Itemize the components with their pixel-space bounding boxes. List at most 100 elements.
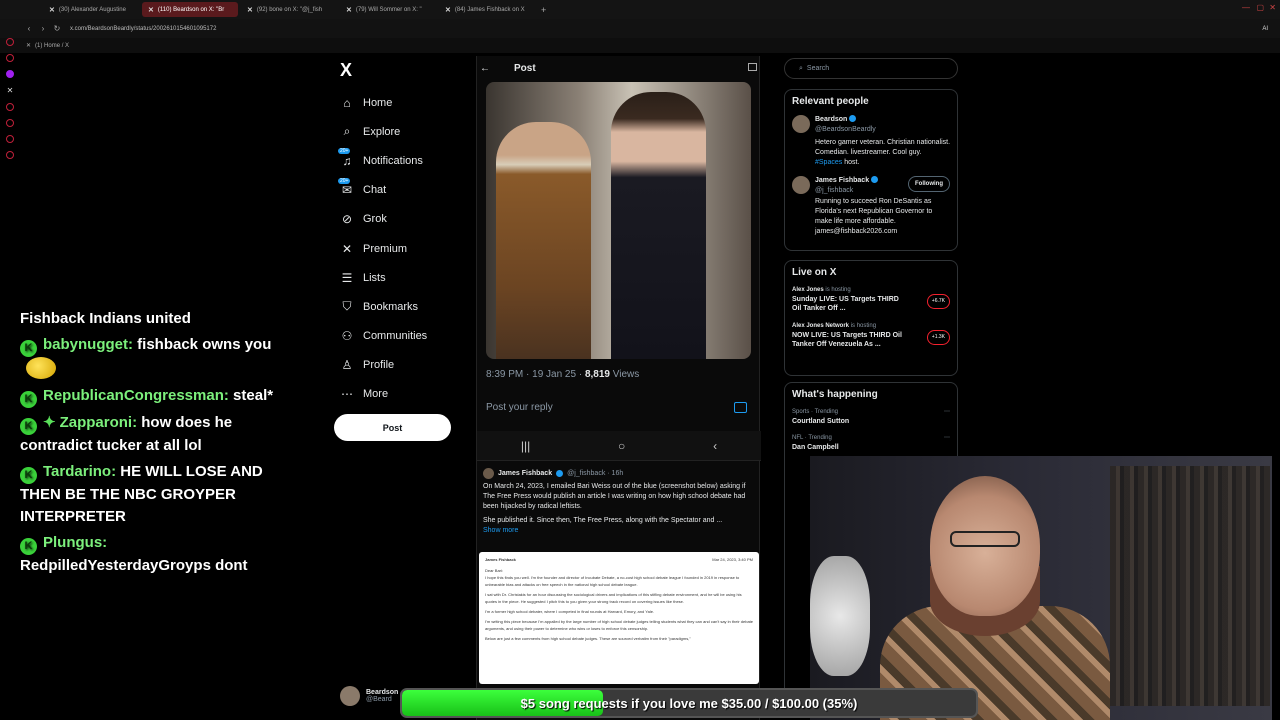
card-title: Relevant people: [792, 96, 869, 107]
post-header-title: Post: [514, 62, 536, 74]
sidebar-app-icon[interactable]: [6, 54, 14, 62]
home-circle-icon: ○: [618, 438, 626, 453]
more-icon: ⋯: [341, 387, 353, 402]
chat-badge-icon: K: [20, 418, 37, 435]
browser-tab-active[interactable]: ✕ (110) Beardson on X: "Br: [142, 2, 238, 17]
following-button[interactable]: Following: [908, 176, 950, 192]
media-upload-icon[interactable]: [734, 402, 747, 413]
post-text: She published it. Since then, The Free P…: [483, 517, 723, 524]
avatar: [792, 176, 810, 194]
back-chevron-icon: ‹: [713, 438, 718, 453]
more-options-icon[interactable]: ⋯: [944, 434, 950, 443]
nav-item-profile[interactable]: ♙ Profile: [340, 351, 470, 380]
live-item[interactable]: Alex Jones Network is hosting NOW LIVE: …: [792, 322, 950, 349]
x-premium-icon: ✕: [341, 241, 353, 256]
donation-goal-bar: $5 song requests if you love me $35.00 /…: [400, 688, 978, 718]
reader-mode-icon[interactable]: [748, 63, 757, 71]
x-logo-icon[interactable]: X: [340, 60, 352, 81]
verified-badge-icon: [556, 470, 564, 477]
chat-icon: ✉: [341, 183, 353, 198]
listener-count-pill: +6.7K: [926, 294, 950, 309]
chat-message: K ✦ Zapparoni: how does he contradict tuck…: [20, 414, 233, 454]
close-window-icon[interactable]: ✕: [1269, 3, 1276, 12]
post-button[interactable]: Post: [334, 414, 451, 441]
nav-item-premium[interactable]: ✕ Premium: [340, 234, 470, 263]
nav-item-home[interactable]: ⌂ Home: [340, 88, 470, 117]
back-icon[interactable]: ‹: [22, 24, 36, 33]
more-options-icon[interactable]: ⋯: [944, 408, 950, 417]
trend-item[interactable]: NFL · Trending Dan Campbell ⋯: [792, 434, 950, 452]
sidebar-app-icon[interactable]: [6, 151, 14, 159]
avatar: [483, 468, 494, 479]
donation-goal-text: $5 song requests if you love me $35.00 /…: [520, 695, 858, 711]
x-bookmark-icon: ✕: [26, 43, 32, 49]
nav-item-bookmarks[interactable]: ⛉ Bookmarks: [340, 292, 470, 321]
trend-item[interactable]: Sports · Trending Courtland Sutton ⋯: [792, 408, 950, 426]
search-input[interactable]: ⌕ Search: [784, 58, 958, 79]
quoted-post[interactable]: James Fishback @j_fishback · 16h On Marc…: [483, 468, 755, 536]
post-photo[interactable]: [486, 82, 751, 359]
maximize-icon[interactable]: ▢: [1256, 3, 1264, 12]
minimize-icon[interactable]: —: [1242, 3, 1250, 12]
account-switcher[interactable]: Beardson @Beard: [340, 686, 398, 706]
profile-icon: ♙: [341, 358, 353, 373]
chat-count-badge: 20+: [338, 177, 351, 184]
browser-tab[interactable]: ✕ (79) Will Sommer on X: ": [340, 2, 436, 17]
browser-tab-bar: ✕ (30) Alexander Augustine ✕ (110) Beardso…: [0, 0, 1280, 19]
live-item[interactable]: Alex Jones is hosting Sunday LIVE: US Ta…: [792, 286, 950, 313]
photo-person-left: [496, 122, 591, 359]
recent-apps-icon: |||: [520, 438, 531, 453]
bookshelf-background: [1110, 466, 1270, 706]
x-favicon-icon: ✕: [346, 6, 352, 14]
bookmark-item[interactable]: (1) Home / X: [35, 43, 69, 49]
browser-tab[interactable]: ✕ (30) Alexander Augustine: [43, 2, 139, 17]
person-entry[interactable]: Beardson @BeardsonBeardly Hetero gamer v…: [792, 115, 950, 168]
x-sidebar-nav: ⌂ Home ⌕ Explore 20+ ♫ Notifications 20+ ✉ Cha…: [338, 88, 470, 409]
stream-chat-overlay: Fishback Indians united Kbabynugget: fis…: [20, 308, 280, 581]
twitch-icon[interactable]: [6, 70, 14, 78]
grok-icon: ⊘: [341, 212, 353, 227]
chat-badge-icon: K: [20, 340, 37, 357]
ai-button[interactable]: AI: [1262, 26, 1268, 32]
nav-item-lists[interactable]: ☰ Lists: [340, 263, 470, 292]
nav-item-notifications[interactable]: 20+ ♫ Notifications: [338, 146, 470, 175]
avatar: [340, 686, 360, 706]
x-app-icon[interactable]: ✕: [7, 86, 14, 95]
photo-person-right: [611, 92, 706, 359]
nav-item-grok[interactable]: ⊘ Grok: [340, 205, 470, 234]
url-field[interactable]: x.com/BeardsonBeardly/status/20026101546…: [70, 26, 216, 32]
post-column: ← Post 8:39 PM · 19 Jan 25 · 8,819 Views…: [476, 56, 761, 720]
forward-icon[interactable]: ›: [36, 24, 50, 33]
browser-tab[interactable]: ✕ (92) bone on X: "@j_fish: [241, 2, 337, 17]
phone-nav-bar: ||| ○ ‹: [477, 431, 761, 461]
nav-item-chat[interactable]: 20+ ✉ Chat: [338, 176, 470, 205]
chat-message: K Tardarino: HE WILL LOSE AND THEN BE THE…: [20, 463, 263, 525]
email-screenshot[interactable]: James Fishback Mar 24, 2023, 3:40 PM Dea…: [479, 552, 759, 684]
hashtag-link[interactable]: #Spaces: [815, 159, 842, 166]
sidebar-app-icon[interactable]: [6, 135, 14, 143]
listener-count-pill: +1.3K: [926, 330, 950, 345]
nav-item-communities[interactable]: ⚇ Communities: [340, 322, 470, 351]
post-text: On March 24, 2023, I emailed Bari Weiss …: [483, 483, 746, 510]
reply-input[interactable]: Post your reply: [486, 402, 553, 413]
card-title: What's happening: [792, 389, 878, 400]
chat-message: Fishback Indians united: [20, 310, 191, 327]
search-icon: ⌕: [799, 64, 803, 72]
nav-item-explore[interactable]: ⌕ Explore: [340, 117, 470, 146]
nav-item-more[interactable]: ⋯ More: [340, 380, 470, 409]
new-tab-icon[interactable]: +: [541, 5, 546, 15]
person-entry[interactable]: James Fishback @j_fishback Running to su…: [792, 176, 950, 237]
sidebar-app-icon[interactable]: [6, 119, 14, 127]
chat-message: Kbabynugget: fishback owns you: [20, 334, 280, 381]
back-arrow-icon[interactable]: ←: [480, 63, 490, 74]
sidebar-app-icon[interactable]: [6, 103, 14, 111]
x-favicon-icon: ✕: [148, 6, 154, 14]
show-more-link[interactable]: Show more: [483, 526, 755, 536]
sidebar-app-icon[interactable]: [6, 38, 14, 46]
reload-icon[interactable]: ↻: [50, 24, 64, 33]
chat-message: K Plungus: RedpilledYesterdayGroyps dont: [20, 534, 248, 574]
post-author: James Fishback @j_fishback · 16h: [483, 468, 755, 479]
search-icon: ⌕: [343, 124, 351, 139]
browser-tab[interactable]: ✕ (84) James Fishback on X: [439, 2, 535, 17]
post-timestamp: 8:39 PM · 19 Jan 25 · 8,819 Views: [486, 369, 640, 380]
